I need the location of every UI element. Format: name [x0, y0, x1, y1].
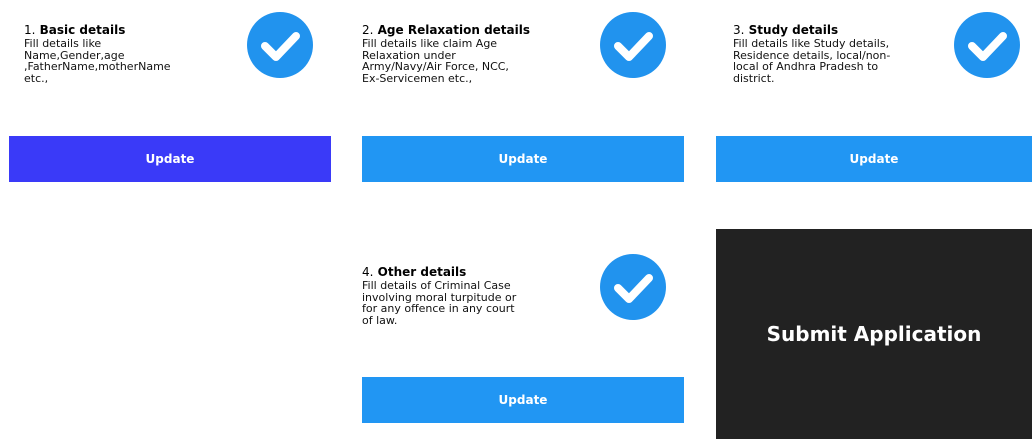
card-description: Fill details like Name,Gender,age ,Fathe…: [24, 37, 171, 85]
card-title: 2. Age Relaxation details: [362, 24, 530, 37]
other-details-card: 4. Other details Fill details of Crimina…: [362, 266, 572, 366]
section-number: 1.: [24, 23, 36, 37]
check-circle-icon: [954, 12, 1020, 78]
card-title: 4. Other details: [362, 266, 466, 279]
card-description: Fill details of Criminal Case involving …: [362, 279, 517, 327]
section-title: Basic details: [39, 23, 126, 37]
basic-details-update-button[interactable]: Update: [9, 136, 331, 182]
section-title: Study details: [748, 23, 839, 37]
section-number: 4.: [362, 265, 374, 279]
card-description: Fill details like Study details, Residen…: [733, 37, 891, 85]
section-title: Other details: [377, 265, 467, 279]
age-relaxation-update-button[interactable]: Update: [362, 136, 684, 182]
card-title: 1. Basic details: [24, 24, 125, 37]
card-description: Fill details like claim Age Relaxation u…: [362, 37, 509, 85]
check-circle-icon: [600, 254, 666, 320]
study-details-card: 3. Study details Fill details like Study…: [733, 24, 943, 124]
submit-application-button[interactable]: Submit Application: [716, 229, 1032, 439]
check-circle-icon: [600, 12, 666, 78]
age-relaxation-details-card: 2. Age Relaxation details Fill details l…: [362, 24, 572, 124]
basic-details-card: 1. Basic details Fill details like Name,…: [24, 24, 224, 124]
other-details-update-button[interactable]: Update: [362, 377, 684, 423]
card-title: 3. Study details: [733, 24, 838, 37]
study-details-update-button[interactable]: Update: [716, 136, 1032, 182]
check-circle-icon: [247, 12, 313, 78]
section-number: 3.: [733, 23, 745, 37]
section-number: 2.: [362, 23, 374, 37]
section-title: Age Relaxation details: [377, 23, 531, 37]
